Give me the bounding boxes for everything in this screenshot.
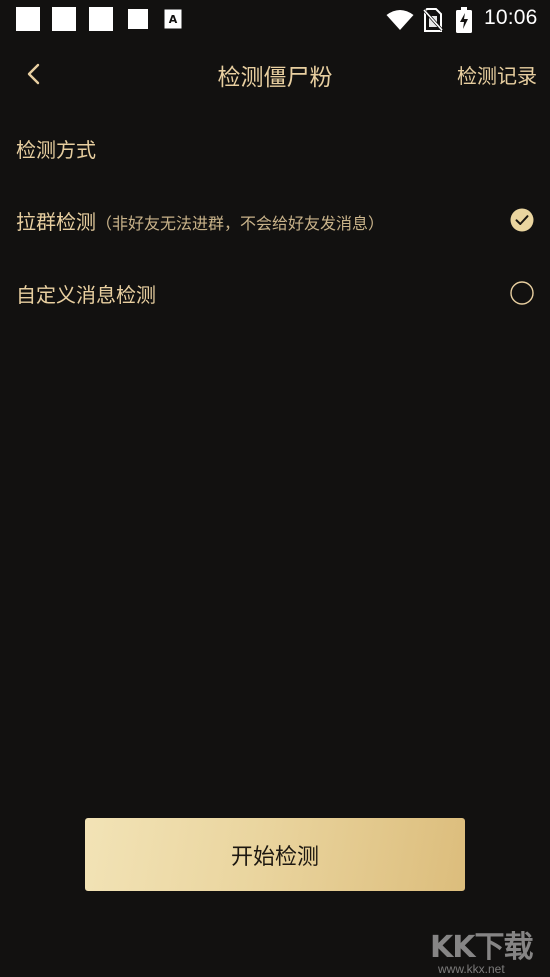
watermark-logo: KK下载 — [430, 930, 533, 965]
watermark-url: www.kkx.net — [438, 962, 505, 976]
text-notification-icon: A — [164, 9, 182, 29]
start-detection-button[interactable]: 开始检测 — [85, 818, 465, 891]
wifi-icon — [386, 10, 414, 30]
option-custom-message-detection[interactable]: 自定义消息检测 — [0, 265, 550, 321]
status-bar: A 10:06 — [0, 0, 550, 38]
option-label: 拉群检测 — [16, 210, 96, 234]
watermark: KK下载 www.kkx.net — [430, 922, 545, 977]
no-sim-icon — [423, 8, 443, 32]
back-button[interactable] — [18, 58, 50, 90]
battery-charging-icon — [456, 7, 472, 33]
notification-icon — [128, 9, 148, 29]
section-title: 检测方式 — [16, 138, 96, 162]
option-label-container: 自定义消息检测 — [16, 279, 156, 308]
notification-letter: A — [169, 13, 178, 26]
option-group-detection[interactable]: 拉群检测（非好友无法进群，不会给好友发消息） — [0, 192, 550, 248]
empty-circle-icon[interactable] — [510, 281, 534, 305]
option-label-container: 拉群检测（非好友无法进群，不会给好友发消息） — [16, 206, 384, 235]
notification-icon — [89, 7, 113, 31]
option-label: 自定义消息检测 — [16, 283, 156, 307]
notification-icon — [52, 7, 76, 31]
app-header: 检测僵尸粉 检测记录 — [0, 44, 550, 104]
notification-icon — [16, 7, 40, 31]
check-circle-icon[interactable] — [510, 208, 534, 232]
chevron-left-icon — [27, 63, 40, 85]
status-time: 10:06 — [484, 6, 538, 29]
option-note: （非好友无法进群，不会给好友发消息） — [96, 214, 385, 233]
detection-records-link[interactable]: 检测记录 — [457, 60, 537, 89]
